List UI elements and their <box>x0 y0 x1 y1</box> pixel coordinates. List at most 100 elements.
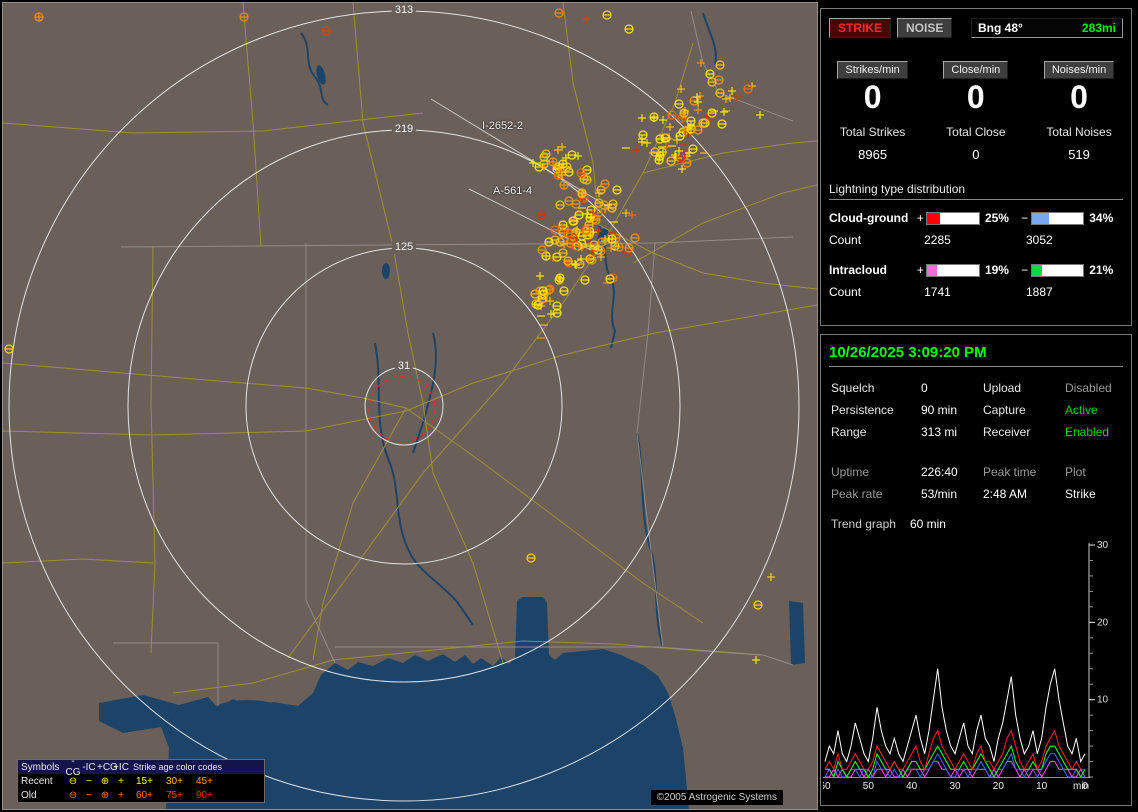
cg-minus-icon: ⊖ <box>68 789 78 801</box>
age-code: 30+ <box>166 775 183 787</box>
trend-graph-label: Trend graph <box>831 517 896 531</box>
svg-text:10: 10 <box>1036 781 1048 792</box>
svg-text:20: 20 <box>1097 617 1109 628</box>
ic-plus-bar <box>926 263 980 277</box>
cg-minus-count: 3052 <box>1025 233 1053 247</box>
close-per-min-value: 0 <box>966 79 985 115</box>
svg-text:30: 30 <box>1097 540 1109 551</box>
minus-sign: − <box>1021 211 1029 225</box>
ic-plus-icon: + <box>118 789 124 801</box>
ic-plus-pct: 19% <box>984 263 1009 277</box>
bearing-readout: Bng 48° 283mi <box>971 18 1123 38</box>
noises-per-min-button[interactable]: Noises/min <box>1043 61 1115 79</box>
plus-sign: + <box>916 263 924 277</box>
peak-time-label: Peak time <box>983 465 1037 479</box>
legend-row-recent: Recent ⊖ − ⊕ + 15+ 30+ 45+ <box>18 774 264 788</box>
strikes-per-min-value: 0 <box>863 79 882 115</box>
receiver-status: Enabled <box>1065 425 1110 439</box>
receiver-status-grid: Squelch 0 Upload Disabled Persistence 90… <box>831 381 1123 439</box>
storm-cell-label: A-561-4 <box>493 185 533 197</box>
capture-label: Capture <box>983 403 1026 417</box>
state-borders <box>113 10 794 706</box>
svg-text:20: 20 <box>993 781 1005 792</box>
age-code: 15+ <box>136 775 153 787</box>
ic-minus-pct: 21% <box>1089 263 1114 277</box>
legend-title: Symbols <box>21 761 60 773</box>
strikes-per-min-button[interactable]: Strikes/min <box>837 61 908 79</box>
legend-row-label: Old <box>21 789 37 801</box>
svg-text:min: min <box>1073 781 1089 792</box>
strike-toggle-button[interactable]: STRIKE <box>829 18 892 38</box>
capture-status: Active <box>1065 403 1098 417</box>
squelch-value: 0 <box>921 381 928 395</box>
cloud-ground-counts: Count 2285 3052 <box>829 233 1123 247</box>
total-close-label: Total Close <box>946 125 1006 139</box>
ring-label-125: 125 <box>391 241 417 254</box>
uptime-stats-grid: Uptime 226:40 Peak time Plot Peak rate 5… <box>831 465 1123 501</box>
legend-row-old: Old ⊖ − ⊕ + 60+ 75+ 90+ <box>18 788 264 802</box>
total-strikes-value: 8965 <box>858 147 888 162</box>
total-noises-label: Total Noises <box>1046 125 1112 139</box>
svg-text:10: 10 <box>1097 695 1109 706</box>
range-label: Range <box>831 425 867 439</box>
minus-sign: − <box>1021 263 1029 277</box>
uptime-value: 226:40 <box>921 465 958 479</box>
app-window: 313 219 125 31 I-2652-2 A-561-4 Symbols … <box>0 0 1138 812</box>
cg-plus-icon: ⊕ <box>100 775 110 787</box>
strikes-per-min-block: Strikes/min 0 Total Strikes 8965 <box>821 60 924 162</box>
legend-header: Symbols -CG -IC +CG +IC Strike age color… <box>18 756 264 778</box>
squelch-label: Squelch <box>831 381 875 395</box>
ic-minus-count: 1887 <box>1025 285 1053 299</box>
range-value: 313 mi <box>921 425 958 439</box>
plus-sign: + <box>916 211 924 225</box>
ic-plus-icon: + <box>118 775 124 787</box>
close-per-min-button[interactable]: Close/min <box>943 61 1009 79</box>
cg-plus-count: 2285 <box>924 233 951 247</box>
count-label: Count <box>829 285 862 299</box>
ring-label-219: 219 <box>391 123 417 136</box>
distribution-title: Lightning type distribution <box>829 182 1123 200</box>
noise-toggle-button[interactable]: NOISE <box>897 18 953 38</box>
cloud-ground-label: Cloud-ground <box>829 211 909 225</box>
bearing-label: Bng 48° <box>978 21 1023 35</box>
legend-col-ic-plus: +IC <box>113 761 129 773</box>
legend-age-title: Strike age color codes <box>133 762 223 772</box>
age-code: 90+ <box>196 789 213 801</box>
intracloud-label: Intracloud <box>829 263 888 277</box>
trend-graph-header: Trend graph 60 min <box>831 517 1123 531</box>
svg-text:30: 30 <box>949 781 961 792</box>
cg-minus-pct: 34% <box>1089 211 1114 225</box>
sidebar: STRIKE NOISE Bng 48° 283mi Strikes/min 0… <box>819 8 1132 806</box>
datetime-display: 10/26/2025 3:09:20 PM <box>829 344 1123 367</box>
cg-plus-pct: 25% <box>984 211 1009 225</box>
cg-plus-bar <box>926 211 980 225</box>
trend-chart-canvas: 1020306050403020100min <box>819 540 1109 792</box>
peak-rate-value: 53/min <box>921 487 958 501</box>
cg-plus-icon: ⊕ <box>100 789 110 801</box>
status-panel: 10/26/2025 3:09:20 PM Squelch 0 Upload D… <box>819 334 1132 806</box>
copyright-text: ©2005 Astrogenic Systems <box>650 790 783 805</box>
total-strikes-label: Total Strikes <box>839 125 906 139</box>
upload-status: Disabled <box>1065 381 1112 395</box>
noises-per-min-value: 0 <box>1070 79 1088 115</box>
trend-graph-window: 60 min <box>909 517 946 531</box>
radar-map[interactable]: 313 219 125 31 I-2652-2 A-561-4 Symbols … <box>2 2 818 810</box>
svg-text:60: 60 <box>823 781 831 792</box>
ic-minus-icon: − <box>86 775 92 787</box>
storm-cell-label: I-2652-2 <box>482 120 523 132</box>
intracloud-row: Intracloud + 19% − 21% <box>829 263 1123 277</box>
noises-per-min-block: Noises/min 0 Total Noises 519 <box>1027 60 1130 162</box>
legend-col-cg-plus: +CG <box>97 761 118 773</box>
roads <box>3 3 817 694</box>
lightning-strikes <box>4 8 775 664</box>
cloud-ground-row: Cloud-ground + 25% − 34% <box>829 211 1123 225</box>
plot-value: Strike <box>1065 487 1096 501</box>
water-bodies <box>99 65 805 809</box>
total-close-value: 0 <box>972 147 980 162</box>
ring-label-313: 313 <box>391 4 417 17</box>
cg-minus-bar <box>1030 211 1085 225</box>
uptime-label: Uptime <box>831 465 870 479</box>
count-label: Count <box>829 233 862 247</box>
receiver-label: Receiver <box>983 425 1031 439</box>
age-code: 75+ <box>166 789 183 801</box>
